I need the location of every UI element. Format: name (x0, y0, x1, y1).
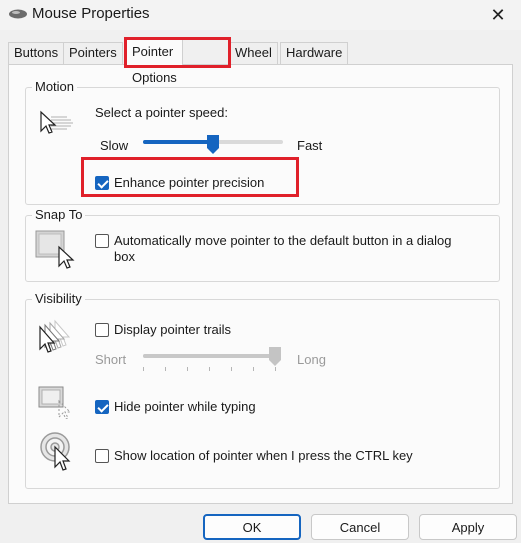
tab-buttons[interactable]: Buttons (8, 42, 65, 64)
mouse-icon (9, 9, 27, 19)
tab-pointers[interactable]: Pointers (63, 42, 123, 64)
show-location-icon (40, 432, 71, 471)
hide-pointer-checkbox[interactable] (95, 400, 109, 414)
speed-label: Select a pointer speed: (95, 105, 228, 120)
tab-wheel[interactable]: Wheel (229, 42, 278, 64)
hide-pointer-icon (38, 386, 72, 419)
tab-hardware[interactable]: Hardware (280, 42, 349, 64)
tab-pointer-options[interactable]: Pointer Options (126, 38, 183, 85)
slider-tick (165, 367, 166, 371)
show-location-label[interactable]: Show location of pointer when I press th… (114, 448, 413, 463)
enhance-precision-label[interactable]: Enhance pointer precision (114, 175, 264, 190)
pointer-trails-checkbox[interactable] (95, 323, 109, 337)
pointer-trails-fill (143, 354, 275, 358)
hide-pointer-label[interactable]: Hide pointer while typing (114, 399, 256, 414)
cancel-button[interactable]: Cancel (311, 514, 409, 540)
slider-tick (253, 367, 254, 371)
pointer-trails-thumb[interactable] (269, 347, 281, 367)
pointer-trails-icon (39, 319, 71, 353)
close-icon: ✕ (490, 4, 506, 25)
long-label: Long (297, 352, 326, 367)
short-label: Short (95, 352, 127, 367)
pointer-trails-slider[interactable] (143, 354, 275, 358)
snap-to-icon (35, 230, 75, 269)
ok-button[interactable]: OK (203, 514, 301, 540)
fast-label: Fast (297, 138, 323, 153)
window-title: Mouse Properties (32, 5, 150, 22)
slider-tick (275, 367, 276, 371)
title-bar: Mouse Properties ✕ (0, 0, 521, 30)
slider-tick (209, 367, 210, 371)
slow-label: Slow (100, 138, 129, 153)
apply-button[interactable]: Apply (419, 514, 517, 540)
slider-tick (187, 367, 188, 371)
pointer-trails-label[interactable]: Display pointer trails (114, 322, 231, 337)
snap-to-label[interactable]: Automatically move pointer to the defaul… (114, 233, 452, 248)
slider-tick (231, 367, 232, 371)
snap-to-title: Snap To (32, 207, 86, 222)
pointer-speed-thumb[interactable] (207, 135, 219, 155)
motion-title: Motion (32, 79, 78, 94)
pointer-speed-fill (143, 140, 213, 144)
enhance-precision-checkbox[interactable] (95, 176, 109, 190)
slider-tick (143, 367, 144, 371)
tab-panel: Motion Select a pointer speed: Slow Fast… (8, 64, 513, 504)
visibility-title: Visibility (32, 291, 85, 306)
snap-to-label-line2[interactable]: box (114, 249, 135, 264)
close-button[interactable]: ✕ (475, 0, 521, 30)
pointer-speed-icon (40, 110, 73, 134)
show-location-checkbox[interactable] (95, 449, 109, 463)
snap-to-checkbox[interactable] (95, 234, 109, 248)
snap-to-group: Snap To (25, 207, 500, 282)
